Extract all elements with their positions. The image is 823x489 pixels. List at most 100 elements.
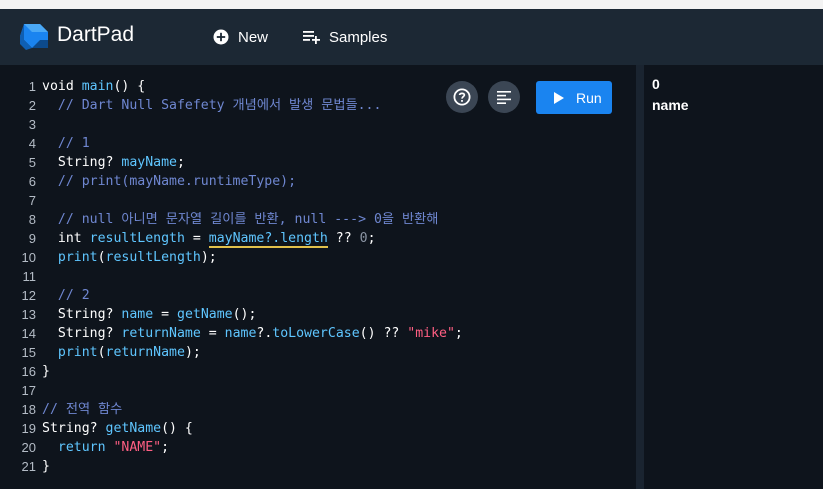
code-token: // Dart Null Safefety 개념에서 발생 문법들...: [42, 98, 382, 113]
help-button[interactable]: [446, 81, 478, 113]
code-token: () {: [161, 421, 193, 436]
code-token: );: [184, 345, 201, 360]
line-number: 15: [21, 345, 36, 360]
line-number: 10: [21, 250, 36, 265]
code-text: String? name = getName();: [42, 305, 257, 324]
code-editor[interactable]: 1 void main() {2 // Dart Null Safefety 개념…: [0, 65, 636, 489]
code-token: returnName: [105, 345, 185, 360]
line-number: 6: [28, 174, 36, 189]
format-align-icon: [497, 90, 511, 104]
line-number: 3: [28, 117, 36, 132]
line-number: 17: [21, 383, 36, 398]
code-token: ?.: [256, 326, 273, 341]
code-token: getName: [177, 307, 233, 322]
code-line[interactable]: 3: [0, 115, 636, 134]
code-line[interactable]: 12 // 2: [0, 286, 636, 305]
code-token: (: [97, 345, 106, 360]
dart-logo-icon: [20, 24, 48, 50]
code-line[interactable]: 14 String? returnName = name?.toLowerCas…: [0, 324, 636, 343]
line-number: 19: [21, 421, 36, 436]
code-token: getName: [105, 421, 162, 436]
run-button[interactable]: Run: [536, 81, 612, 114]
code-text: print(returnName);: [42, 343, 201, 362]
line-number: 8: [28, 212, 36, 227]
line-number: 21: [21, 459, 36, 474]
samples-button[interactable]: Samples: [303, 25, 387, 49]
playlist-add-icon: [303, 31, 320, 44]
code-text: // 1: [42, 134, 90, 153]
code-token: ;: [454, 326, 463, 341]
code-line[interactable]: 18 // 전역 함수: [0, 400, 636, 419]
code-text: String? mayName;: [42, 153, 185, 172]
code-line[interactable]: 9 int resultLength = mayName?.length ?? …: [0, 229, 636, 248]
code-text: return "NAME";: [42, 438, 169, 457]
code-token: =: [153, 307, 177, 322]
code-line[interactable]: 4 // 1: [0, 134, 636, 153]
code-token: void: [42, 79, 82, 94]
code-token: mayName: [121, 155, 177, 170]
code-text: // 전역 함수: [42, 400, 122, 419]
code-token: =: [200, 326, 225, 341]
code-line[interactable]: 19 String? getName() {: [0, 419, 636, 438]
code-token: "mike": [407, 326, 455, 341]
line-number: 5: [28, 155, 36, 170]
code-line[interactable]: 5 String? mayName;: [0, 153, 636, 172]
run-button-label: Run: [576, 89, 602, 106]
add-circle-icon: [213, 29, 229, 45]
code-line[interactable]: 7: [0, 191, 636, 210]
code-token: name: [121, 307, 154, 322]
browser-top-strip: [0, 0, 823, 9]
code-line[interactable]: 17: [0, 381, 636, 400]
samples-button-label: Samples: [329, 28, 388, 46]
code-token: resultLength: [89, 231, 185, 246]
code-line[interactable]: 8 // null 아니면 문자열 길이를 반환, null ---> 0을 반…: [0, 210, 636, 229]
code-line[interactable]: 21}: [0, 457, 636, 476]
code-text: }: [42, 457, 50, 476]
code-token: }: [42, 459, 50, 474]
code-token: return: [42, 440, 114, 455]
code-token: }: [42, 364, 50, 379]
code-token: () ??: [359, 326, 408, 341]
code-line[interactable]: 6 // print(mayName.runtimeType);: [0, 172, 636, 191]
code-line[interactable]: 16}: [0, 362, 636, 381]
code-token: // null 아니면 문자열 길이를 반환, null ---> 0을 반환해: [42, 212, 439, 227]
code-token: print: [42, 345, 98, 360]
code-text: // print(mayName.runtimeType);: [42, 172, 296, 191]
code-token: =: [184, 231, 209, 246]
code-line[interactable]: 13 String? name = getName();: [0, 305, 636, 324]
code-token: (: [97, 250, 106, 265]
code-token: toLowerCase: [272, 326, 360, 341]
code-line[interactable]: 15 print(returnName);: [0, 343, 636, 362]
code-text: int resultLength = mayName?.length ?? 0;: [42, 229, 376, 248]
code-token: print: [42, 250, 98, 265]
code-token: String?: [42, 421, 106, 436]
code-token: "NAME": [113, 440, 162, 455]
line-number: 11: [22, 269, 37, 284]
code-token: ;: [367, 231, 376, 246]
code-token: // 전역 함수: [42, 402, 123, 417]
code-token: 0: [359, 231, 368, 246]
code-token: // print(mayName.runtimeType);: [42, 174, 297, 189]
new-button[interactable]: New: [213, 25, 268, 49]
code-token: String?: [42, 326, 122, 341]
line-number: 16: [21, 364, 36, 379]
app-header: DartPad New Samples: [0, 9, 823, 65]
code-text: void main() {: [42, 77, 145, 96]
code-line[interactable]: 11: [0, 267, 636, 286]
code-text: String? getName() {: [42, 419, 193, 438]
line-number: 9: [28, 231, 36, 246]
line-number: 13: [21, 307, 36, 322]
code-text: String? returnName = name?.toLowerCase()…: [42, 324, 463, 343]
panel-splitter[interactable]: [636, 65, 644, 489]
code-text: // 2: [42, 286, 90, 305]
code-text: }: [42, 362, 50, 381]
line-number: 20: [21, 440, 36, 455]
code-line[interactable]: 10 print(resultLength);: [0, 248, 636, 267]
code-token: name: [224, 326, 257, 341]
code-text: // Dart Null Safefety 개념에서 발생 문법들...: [42, 96, 382, 115]
format-button[interactable]: [488, 81, 520, 113]
line-number: 7: [28, 193, 36, 208]
code-token: () {: [113, 79, 146, 94]
code-token: // 2: [42, 288, 90, 303]
code-line[interactable]: 20 return "NAME";: [0, 438, 636, 457]
